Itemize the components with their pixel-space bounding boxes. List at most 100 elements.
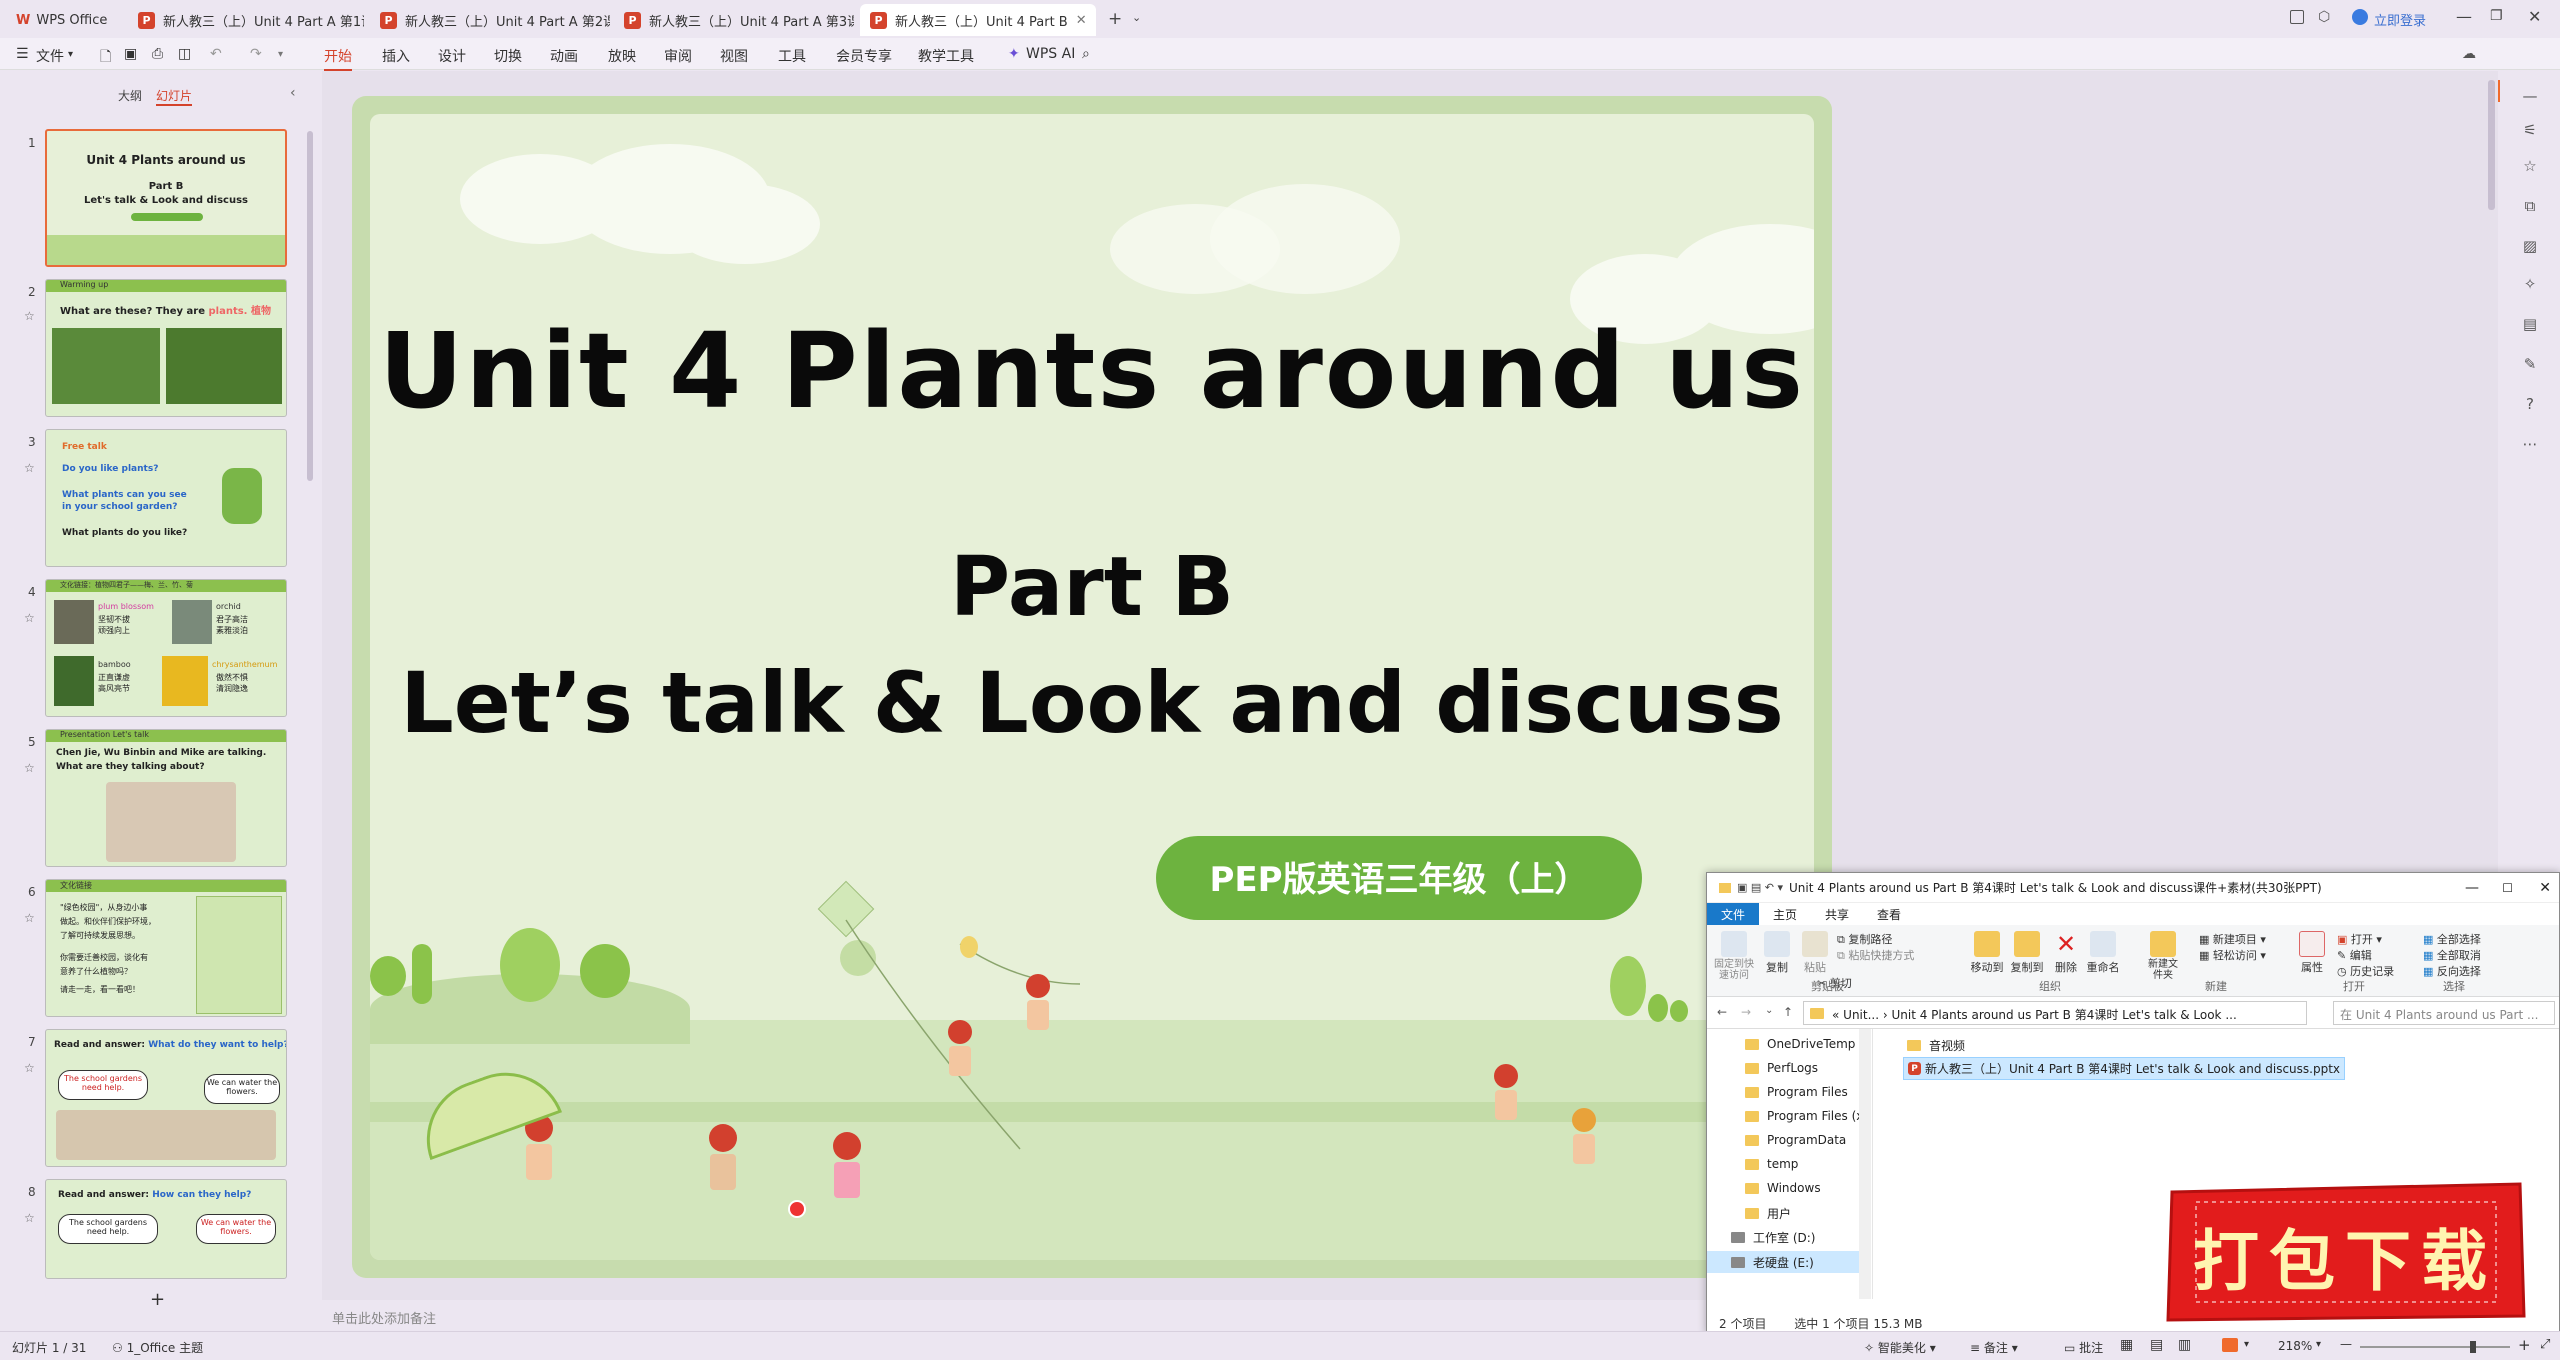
- panel-scrollbar[interactable]: [307, 131, 313, 481]
- slide-thumb-1[interactable]: Unit 4 Plants around us Part B Let's tal…: [45, 129, 287, 267]
- history-button[interactable]: ◷ 历史记录: [2337, 963, 2394, 979]
- print-icon[interactable]: ⎙: [152, 46, 163, 62]
- image-icon[interactable]: ▨: [2520, 237, 2540, 257]
- slide-thumb-6[interactable]: 文化链接 "绿色校园"，从身边小事 做起。和伙伴们保护环境， 了解可持续发展思想…: [45, 879, 287, 1017]
- file-item-folder[interactable]: 音视频: [1907, 1037, 1965, 1054]
- open-button[interactable]: ▣ 打开 ▾: [2337, 931, 2382, 947]
- menu-home[interactable]: 开始: [324, 46, 352, 71]
- up-icon[interactable]: ↑: [1783, 1005, 1793, 1019]
- maximize-icon[interactable]: ☐: [2502, 881, 2513, 895]
- nav-folder[interactable]: OneDriveTemp: [1745, 1037, 1855, 1051]
- pin-button[interactable]: 固定到快速访问: [1711, 931, 1757, 981]
- menu-transition[interactable]: 切换: [494, 46, 522, 66]
- menu-slideshow[interactable]: 放映: [608, 46, 636, 66]
- slide-thumb-8[interactable]: Read and answer: How can they help? The …: [45, 1179, 287, 1279]
- tab-file[interactable]: 文件: [1707, 903, 1760, 925]
- close-icon[interactable]: ✕: [1076, 13, 1087, 28]
- tab-outline[interactable]: 大纲: [118, 87, 142, 104]
- zoom-slider-handle[interactable]: [2470, 1341, 2476, 1353]
- star-icon[interactable]: ☆: [24, 611, 35, 625]
- select-all-button[interactable]: ▦ 全部选择: [2423, 931, 2481, 947]
- nav-folder[interactable]: ProgramData: [1745, 1133, 1846, 1147]
- more-icon[interactable]: ⋯: [2520, 435, 2540, 455]
- tab-doc-4[interactable]: P 新人教三（上）Unit 4 Part B ✕: [860, 4, 1096, 36]
- chevron-down-icon[interactable]: ⌄: [1132, 11, 1141, 24]
- nav-scrollbar[interactable]: [1859, 1029, 1871, 1299]
- chevron-down-icon[interactable]: ▾: [2244, 1339, 2249, 1350]
- theme-indicator[interactable]: ⚇ 1_Office 主题: [112, 1339, 203, 1356]
- preview-icon[interactable]: ◫: [178, 46, 191, 62]
- select-none-button[interactable]: ▦ 全部取消: [2423, 947, 2481, 963]
- star-icon[interactable]: ☆: [24, 309, 35, 323]
- menu-file[interactable]: 文件: [36, 46, 64, 66]
- forward-icon[interactable]: →: [1741, 1005, 1751, 1019]
- menu-design[interactable]: 设计: [438, 46, 466, 66]
- download-badge[interactable]: 打包下载: [2160, 1178, 2530, 1326]
- slide-subtitle[interactable]: Let’s talk & Look and discuss: [370, 654, 1814, 752]
- zoom-slider[interactable]: [2360, 1346, 2510, 1348]
- menu-wps-ai[interactable]: WPS AI: [1026, 46, 1075, 62]
- quick-access-icon[interactable]: ▣ ▤ ↶ ▾: [1737, 881, 1783, 894]
- document-icon[interactable]: ▤: [2520, 315, 2540, 335]
- slide-thumb-3[interactable]: Free talk Do you like plants? What plant…: [45, 429, 287, 567]
- login-link[interactable]: 立即登录: [2374, 10, 2426, 29]
- search-icon[interactable]: ⌕: [1082, 46, 1090, 62]
- file-item-pptx[interactable]: P 新人教三（上）Unit 4 Part B 第4课时 Let's talk & …: [1903, 1057, 2346, 1080]
- notes-toggle[interactable]: ≡ 备注 ▾: [1970, 1339, 2018, 1356]
- copy-button[interactable]: 复制: [1761, 931, 1793, 975]
- restore-icon[interactable]: ❐: [2490, 8, 2503, 24]
- tab-slides[interactable]: 幻灯片: [156, 87, 193, 106]
- easy-access-button[interactable]: ▦ 轻松访问 ▾: [2199, 947, 2266, 963]
- settings-sliders-icon[interactable]: ⚟: [2520, 121, 2540, 141]
- help-icon[interactable]: ?: [2520, 395, 2540, 415]
- copy-path-button[interactable]: ⧉ 复制路径: [1837, 931, 1892, 947]
- grid-view-icon[interactable]: ▤: [2150, 1337, 2163, 1353]
- cube-icon[interactable]: ⬡: [2318, 9, 2330, 25]
- rename-button[interactable]: 重命名: [2085, 931, 2121, 975]
- zoom-level[interactable]: 218%: [2278, 1339, 2312, 1353]
- slide-canvas[interactable]: Unit 4 Plants around us Part B Let’s tal…: [370, 114, 1814, 1260]
- move-to-button[interactable]: 移动到: [1969, 931, 2005, 975]
- window-layout-icon[interactable]: [2290, 10, 2304, 24]
- tab-wps-home[interactable]: W WPS Office: [6, 4, 126, 36]
- magic-icon[interactable]: ✧: [2520, 275, 2540, 295]
- grade-badge[interactable]: PEP版英语三年级（上）: [1156, 836, 1642, 920]
- menu-review[interactable]: 审阅: [664, 46, 692, 66]
- add-slide-button[interactable]: +: [150, 1289, 165, 1310]
- slide-thumb-7[interactable]: Read and answer: What do they want to he…: [45, 1029, 287, 1167]
- chevron-down-icon[interactable]: ⌄: [1765, 1005, 1773, 1016]
- properties-button[interactable]: 属性: [2297, 931, 2327, 975]
- chevron-down-icon[interactable]: ▾: [2316, 1339, 2321, 1350]
- menu-member[interactable]: 会员专享: [836, 46, 892, 66]
- edit-icon[interactable]: ✎: [2520, 355, 2540, 375]
- menu-tools[interactable]: 工具: [778, 46, 806, 66]
- close-icon[interactable]: ✕: [2539, 880, 2551, 896]
- editor-scrollbar[interactable]: [2488, 80, 2495, 210]
- redo-icon[interactable]: ↷: [250, 46, 262, 62]
- paste-shortcut-button[interactable]: ⧉ 粘贴快捷方式: [1837, 947, 1914, 963]
- menu-view[interactable]: 视图: [720, 46, 748, 66]
- nav-folder[interactable]: PerfLogs: [1745, 1061, 1818, 1075]
- delete-button[interactable]: ✕ 删除: [2051, 931, 2081, 975]
- back-icon[interactable]: ←: [1717, 1005, 1727, 1019]
- tab-share[interactable]: 共享: [1811, 903, 1863, 925]
- chevron-down-icon[interactable]: ▾: [278, 49, 283, 60]
- menu-teaching-tools[interactable]: 教学工具: [918, 46, 974, 66]
- fit-window-icon[interactable]: ⤢: [2540, 1337, 2550, 1352]
- zoom-out-icon[interactable]: —: [2340, 1337, 2352, 1351]
- new-folder-button[interactable]: 新建文件夹: [2147, 931, 2179, 981]
- reading-view-icon[interactable]: ▥: [2178, 1337, 2191, 1353]
- slide-thumb-4[interactable]: 文化链接：植物四君子——梅、兰、竹、菊 plum blossom 坚韧不拔 顽强…: [45, 579, 287, 717]
- zoom-in-icon[interactable]: +: [2518, 1336, 2531, 1354]
- slide-part[interactable]: Part B: [370, 540, 1814, 635]
- save-icon[interactable]: ▣: [124, 46, 137, 62]
- star-icon[interactable]: ☆: [24, 1061, 35, 1075]
- tab-view[interactable]: 查看: [1863, 903, 1915, 925]
- paste-button[interactable]: 粘贴: [1799, 931, 1831, 975]
- nav-folder[interactable]: Windows: [1745, 1181, 1821, 1195]
- undo-icon[interactable]: ↶: [210, 46, 222, 62]
- copy-icon[interactable]: ⧉: [2520, 197, 2540, 217]
- new-tab-icon[interactable]: +: [1108, 9, 1122, 29]
- star-icon[interactable]: ☆: [24, 761, 35, 775]
- collapse-icon[interactable]: —: [2520, 87, 2540, 107]
